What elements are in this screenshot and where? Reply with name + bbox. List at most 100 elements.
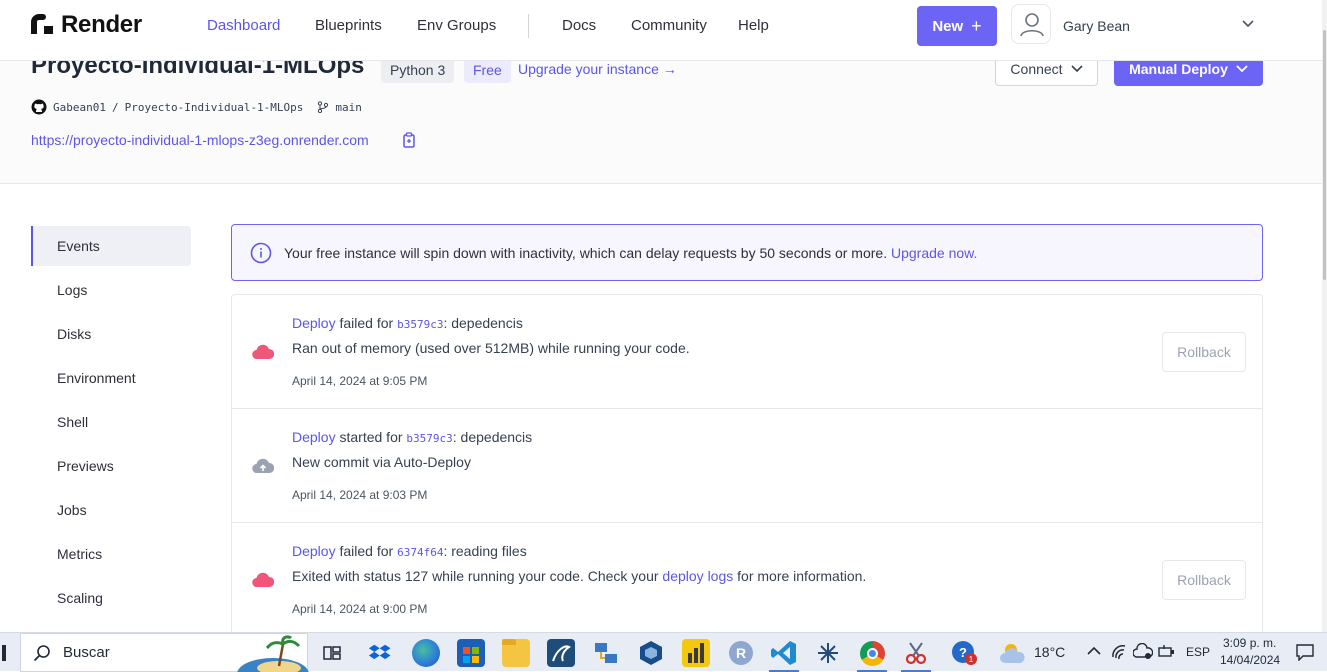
mysql-workbench-icon[interactable]: [547, 639, 575, 667]
event-item: Deploy started for b3579c3: depedencis N…: [232, 409, 1262, 523]
dropbox-icon[interactable]: [366, 639, 394, 667]
nav-blueprints[interactable]: Blueprints: [315, 17, 382, 34]
nav-community[interactable]: Community: [631, 17, 707, 34]
commit-link[interactable]: 6374f64: [397, 546, 443, 559]
file-explorer-icon[interactable]: [502, 639, 530, 667]
sidebar-item-logs[interactable]: Logs: [31, 270, 191, 310]
notification-badge: 1: [965, 653, 977, 665]
nav-dashboard[interactable]: Dashboard: [207, 17, 280, 34]
upgrade-now-link[interactable]: Upgrade now.: [891, 245, 977, 261]
cloud-upload-icon: [252, 458, 274, 474]
sidebar-item-events[interactable]: Events: [31, 226, 191, 266]
render-logo-icon[interactable]: [31, 14, 53, 34]
task-view-icon[interactable]: [318, 639, 346, 667]
nav-docs[interactable]: Docs: [562, 17, 596, 34]
commit-message: : depedencis: [452, 429, 533, 445]
commit-message: : reading files: [443, 543, 527, 559]
banner-text-wrap: Your free instance will spin down with i…: [284, 245, 977, 261]
start-edge[interactable]: [2, 645, 6, 661]
power-icon[interactable]: [1157, 643, 1177, 661]
user-name[interactable]: Gary Bean: [1063, 18, 1130, 34]
cloud-failed-icon: [252, 344, 274, 360]
events-list: Deploy failed for b3579c3: depedencis Ra…: [231, 294, 1263, 654]
tableau-icon[interactable]: [814, 639, 842, 667]
deploy-logs-link[interactable]: deploy logs: [662, 568, 733, 584]
weather-cloud-icon[interactable]: [999, 641, 1027, 665]
windows-taskbar: Buscar R ? 1 18°C ESP 3:09 p. m. 14/04/2…: [0, 632, 1327, 672]
help-app-icon[interactable]: ? 1: [950, 639, 978, 667]
cloud-failed-icon: [252, 572, 274, 588]
taskbar-search[interactable]: Buscar: [20, 633, 309, 672]
deploy-link[interactable]: Deploy: [292, 315, 336, 331]
plus-icon: +: [971, 16, 982, 36]
branch-name: main: [335, 100, 362, 114]
edge-browser-icon[interactable]: [412, 639, 440, 667]
service-url-link[interactable]: https://proyecto-individual-1-mlops-z3eg…: [31, 132, 369, 148]
network-tool-icon[interactable]: [592, 639, 620, 667]
avatar[interactable]: [1011, 4, 1051, 44]
new-button-label: New: [932, 17, 964, 35]
event-item: Deploy failed for 6374f64: reading files…: [232, 523, 1262, 637]
chrome-icon[interactable]: [858, 639, 886, 667]
sidebar-item-disks[interactable]: Disks: [31, 314, 191, 354]
manual-deploy-label: Manual Deploy: [1129, 60, 1228, 77]
rollback-button[interactable]: Rollback: [1162, 332, 1246, 372]
sidebar-item-previews[interactable]: Previews: [31, 446, 191, 486]
user-icon: [1020, 13, 1044, 37]
nav-env-groups[interactable]: Env Groups: [417, 17, 496, 34]
event-detail-suffix: for more information.: [733, 568, 867, 584]
search-icon: [33, 644, 50, 661]
repo-separator: /: [111, 100, 119, 114]
event-time: April 14, 2024 at 9:05 PM: [292, 374, 428, 388]
notifications-icon[interactable]: [1295, 643, 1315, 661]
sidebar-item-shell[interactable]: Shell: [31, 402, 191, 442]
info-icon: [250, 242, 272, 263]
connect-label: Connect: [1010, 60, 1063, 77]
temperature[interactable]: 18°C: [1034, 644, 1065, 660]
rollback-button[interactable]: Rollback: [1162, 560, 1246, 600]
scrollbar-thumb[interactable]: [1323, 30, 1326, 280]
vscode-icon[interactable]: [770, 639, 798, 667]
commit-link[interactable]: b3579c3: [406, 432, 452, 445]
sidebar-item-metrics[interactable]: Metrics: [31, 534, 191, 574]
new-button[interactable]: New +: [917, 6, 997, 46]
deploy-link[interactable]: Deploy: [292, 429, 336, 445]
sidebar-item-environment[interactable]: Environment: [31, 358, 191, 398]
branch-icon: [318, 101, 329, 113]
virtualbox-icon[interactable]: [637, 639, 665, 667]
commit-link[interactable]: b3579c3: [397, 318, 443, 331]
nav-help[interactable]: Help: [738, 17, 769, 34]
repo-name-link[interactable]: Proyecto-Individual-1-MLOps: [125, 101, 304, 114]
top-navigation: Render Dashboard Blueprints Env Groups D…: [0, 0, 1322, 61]
r-language-icon[interactable]: R: [727, 639, 755, 667]
banner-text: Your free instance will spin down with i…: [284, 244, 888, 261]
service-header: Proyecto-Individual-1-MLOps Python 3 Fre…: [0, 51, 1322, 184]
event-detail-text: Exited with status 127 while running you…: [292, 568, 663, 584]
event-detail: Ran out of memory (used over 512MB) whil…: [292, 340, 690, 356]
input-language[interactable]: ESP: [1186, 645, 1210, 659]
sidebar-item-jobs[interactable]: Jobs: [31, 490, 191, 530]
github-icon: [31, 99, 47, 115]
clock-time[interactable]: 3:09 p. m.: [1223, 636, 1276, 650]
event-verb: failed for: [335, 543, 398, 559]
microsoft-store-icon[interactable]: [457, 639, 485, 667]
sidebar-item-scaling[interactable]: Scaling: [31, 578, 191, 618]
event-title: Deploy failed for b3579c3: depedencis: [292, 315, 523, 331]
logo-text[interactable]: Render: [61, 11, 142, 39]
repo-owner-link[interactable]: Gabean01: [53, 101, 106, 114]
chevron-up-icon[interactable]: [1087, 646, 1101, 656]
clock-date[interactable]: 14/04/2024: [1220, 653, 1280, 667]
snipping-tool-icon[interactable]: [902, 639, 930, 667]
clipboard-copy-icon[interactable]: [402, 132, 416, 148]
upgrade-instance-link[interactable]: Upgrade your instance →: [518, 61, 677, 77]
free-instance-banner: Your free instance will spin down with i…: [231, 224, 1263, 281]
wifi-icon[interactable]: [1111, 643, 1129, 661]
event-detail: Exited with status 127 while running you…: [292, 568, 866, 584]
event-title: Deploy failed for 6374f64: reading files: [292, 543, 527, 559]
event-title: Deploy started for b3579c3: depedencis: [292, 429, 532, 445]
deploy-link[interactable]: Deploy: [292, 543, 336, 559]
chevron-down-icon[interactable]: [1241, 19, 1255, 29]
onedrive-icon[interactable]: [1133, 643, 1153, 661]
power-bi-icon[interactable]: [682, 639, 710, 667]
event-verb: started for: [335, 429, 407, 445]
